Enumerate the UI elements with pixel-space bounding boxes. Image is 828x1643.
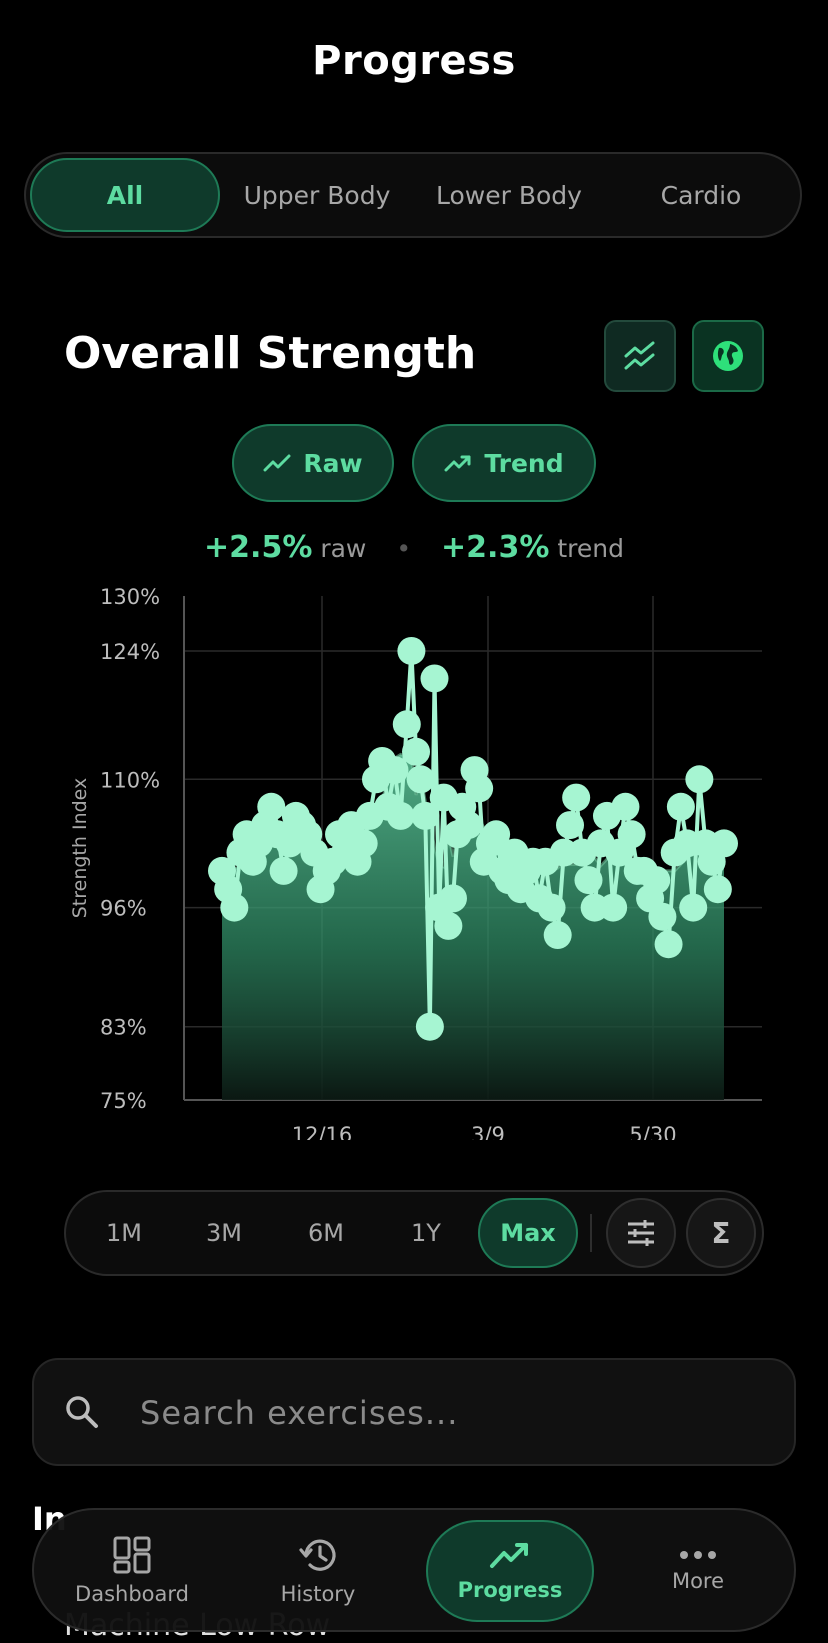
data-point [679,893,708,922]
y-axis-label: Strength Index [69,778,91,919]
data-point [685,765,714,794]
data-point [402,737,431,766]
data-point [380,756,409,785]
search-icon [66,1396,98,1428]
x-tick-label: 12/16 [292,1123,353,1140]
bottom-navigation: Dashboard History Progress More [32,1508,796,1632]
y-tick-label: 96% [100,897,147,921]
data-point [556,811,585,840]
dashboard-icon [113,1536,151,1574]
exercise-search [32,1358,796,1466]
raw-change-value: +2.5% [204,530,313,565]
raw-toggle-label: Raw [303,448,363,478]
line-chart-icon [263,454,291,472]
segment-upper-body[interactable]: Upper Body [222,158,412,232]
data-point [257,792,286,821]
nav-progress[interactable]: Progress [426,1520,594,1622]
range-1m[interactable]: 1M [74,1198,174,1268]
x-tick-label: 3/9 [471,1123,505,1140]
data-point [465,774,494,803]
time-range-selector: 1M 3M 6M 1Y Max Σ [64,1190,764,1276]
data-point [617,820,646,849]
nav-dashboard[interactable]: Dashboard [48,1520,216,1622]
data-point [642,866,671,895]
strength-chart: 130% 124% 110% 96% 83% 75% 12/16 3/9 5/30 Strengt… [69,585,762,1140]
change-stats: +2.5% raw • +2.3% trend [0,530,828,565]
data-point [599,893,628,922]
data-point [415,1012,444,1041]
range-3m[interactable]: 3M [174,1198,274,1268]
section-title: Overall Strength [64,328,477,379]
history-icon [299,1539,336,1571]
category-segmented-control: All Upper Body Lower Body Cardio [24,152,802,238]
data-point [710,829,738,858]
data-point [537,893,566,922]
nav-history[interactable]: History [234,1520,402,1622]
data-point [269,856,298,885]
data-point [454,811,483,840]
segment-cardio[interactable]: Cardio [606,158,796,232]
sigma-icon: Σ [711,1216,731,1250]
raw-change-label: raw [320,534,367,563]
search-input[interactable] [138,1380,762,1446]
more-icon [680,1551,716,1559]
data-point [434,911,463,940]
range-6m[interactable]: 6M [276,1198,376,1268]
trend-toggle-button[interactable]: Trend [412,424,596,502]
nav-progress-label: Progress [457,1578,563,1602]
sum-button[interactable]: Σ [686,1198,756,1268]
stats-separator: • [396,534,412,563]
double-trend-icon [624,341,655,370]
nav-more[interactable]: More [614,1520,782,1622]
range-1y[interactable]: 1Y [376,1198,476,1268]
range-max[interactable]: Max [478,1198,578,1268]
y-tick-label: 110% [100,768,160,792]
data-point [438,884,467,913]
raw-toggle-button[interactable]: Raw [232,424,394,502]
data-point [386,801,415,830]
globe-icon [713,341,743,371]
data-point [220,893,249,922]
page-title: Progress [312,38,516,84]
data-point [392,710,421,739]
data-point [397,636,426,665]
trend-toggle-label: Trend [484,448,564,478]
nav-dashboard-label: Dashboard [75,1582,189,1606]
data-point [349,829,378,858]
data-point [574,866,603,895]
nav-more-label: More [671,1569,725,1593]
trending-up-icon [490,1543,528,1568]
trend-change-value: +2.3% [441,530,550,565]
data-point [648,902,677,931]
data-point [703,875,732,904]
sliders-icon [628,1220,654,1246]
segment-lower-body[interactable]: Lower Body [414,158,604,232]
range-divider [590,1214,592,1252]
data-point [611,792,640,821]
nav-history-label: History [280,1582,356,1606]
compare-trend-button[interactable] [604,320,676,392]
data-point [666,792,695,821]
y-tick-label: 130% [100,585,160,609]
filter-button[interactable] [606,1198,676,1268]
y-tick-label: 124% [100,640,160,664]
trending-up-icon [444,455,471,472]
segment-all[interactable]: All [30,158,220,232]
y-tick-label: 75% [100,1089,147,1113]
y-tick-label: 83% [100,1016,147,1040]
data-point [562,783,591,812]
data-point [543,921,572,950]
x-tick-label: 5/30 [629,1123,676,1140]
data-point [420,664,449,693]
data-point [406,765,435,794]
data-point [654,930,683,959]
global-compare-button[interactable] [692,320,764,392]
trend-change-label: trend [557,534,624,563]
